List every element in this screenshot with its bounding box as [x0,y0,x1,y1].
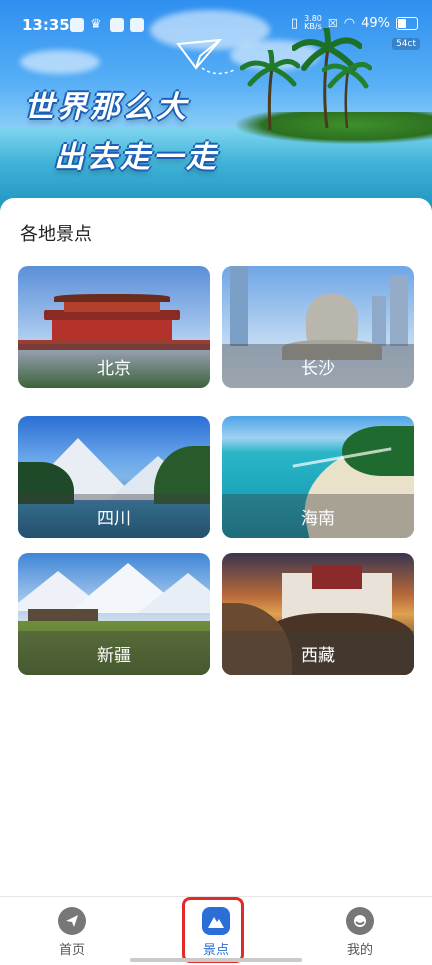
no-sim-icon: ☒ [327,16,338,30]
attraction-name: 北京 [97,358,131,379]
tab-home-label: 首页 [58,943,85,958]
tab-mine[interactable]: 我的 [320,907,400,958]
wifi-icon: ◠ [343,15,356,31]
attraction-card-sichuan[interactable]: 四川 [18,416,210,538]
attractions-section: 各地景点 北京 长沙 四川 海南 新疆 西藏 [0,198,432,898]
attraction-card-xizang[interactable]: 西藏 [222,553,414,675]
hero-banner: 世界那么大 出去走一走 13:35 ♛ ▯ 3.80 KB/s ☒ ◠ 49% … [0,0,432,215]
smile-face-icon [346,907,374,935]
home-indicator [130,958,302,962]
slogan-line-1: 世界那么大 [24,90,189,125]
attraction-card-beijing[interactable]: 北京 [18,266,210,388]
attraction-name: 长沙 [301,358,335,379]
attraction-card-xinjiang[interactable]: 新疆 [18,553,210,675]
card-label-bar: 西藏 [222,631,414,675]
tab-mine-label: 我的 [346,943,373,958]
battery-icon [396,16,418,30]
net-speed-unit: KB/s [304,22,322,31]
status-time: 13:35 [22,16,70,34]
battery-percent: 49% [361,15,390,31]
card-label-bar: 海南 [222,494,414,538]
section-title: 各地景点 [20,224,92,245]
card-label-bar: 长沙 [222,344,414,388]
crown-icon: ♛ [90,17,102,32]
card-label-bar: 四川 [18,494,210,538]
attraction-name: 西藏 [301,645,335,666]
card-label-bar: 北京 [18,344,210,388]
notification-icons: ♛ [70,18,144,32]
attraction-card-hainan[interactable]: 海南 [222,416,414,538]
vibrate-icon: ▯ [290,15,299,31]
speed-badge: 54ct [392,38,420,50]
palm-tree-icon [240,50,300,130]
attraction-name: 海南 [301,508,335,529]
slogan-line-2: 出去走一走 [54,140,219,175]
attraction-card-changsha[interactable]: 长沙 [222,266,414,388]
app-notification-icon [110,18,124,32]
attraction-name: 四川 [97,508,131,529]
app-notification-icon [70,18,84,32]
status-right: ▯ 3.80 KB/s ☒ ◠ 49% [291,15,418,31]
paper-plane-icon [58,907,86,935]
app-notification-icon [130,18,144,32]
palm-tree-icon [322,62,372,128]
attraction-name: 新疆 [97,645,131,666]
card-label-bar: 新疆 [18,631,210,675]
status-bar: 13:35 ♛ ▯ 3.80 KB/s ☒ ◠ 49% [0,0,432,50]
net-speed: 3.80 KB/s [304,15,322,31]
highlight-box [182,897,244,963]
tab-home[interactable]: 首页 [32,907,112,958]
